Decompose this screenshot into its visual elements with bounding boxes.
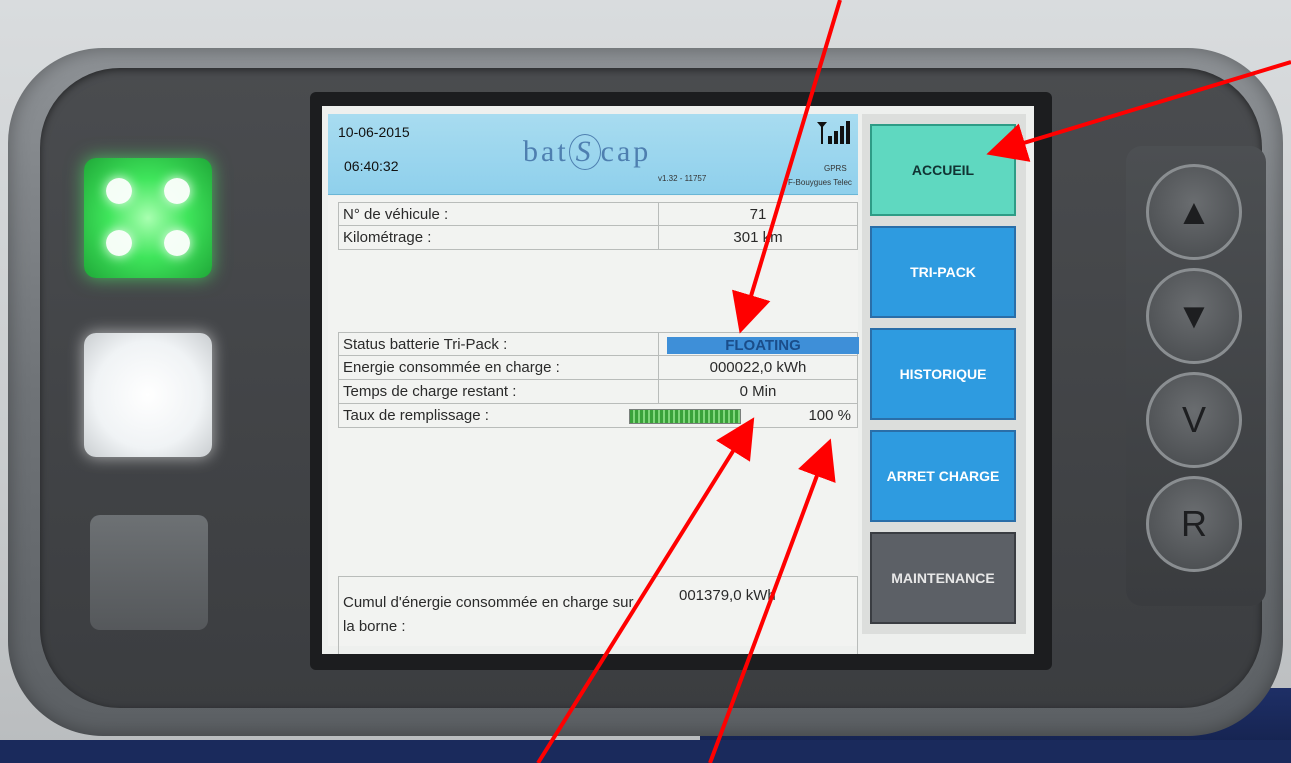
- accueil-button[interactable]: ACCUEIL: [870, 124, 1016, 216]
- side-menu: ACCUEIL TRI-PACK HISTORIQUE ARRET CHARGE…: [862, 114, 1026, 634]
- energy-label: Energie consommée en charge :: [339, 356, 659, 379]
- status-led-white: [84, 333, 212, 457]
- r-key[interactable]: R: [1146, 476, 1242, 572]
- operator-name: F-Bouygues Telec: [788, 178, 852, 187]
- row-status: Status batterie Tri-Pack : FLOATING: [338, 332, 859, 356]
- signal-icon: [816, 120, 850, 152]
- row-cumul: Cumul d'énergie consommée en charge sur …: [338, 576, 858, 654]
- bottom-strip: [0, 740, 1291, 763]
- time-left-label: Temps de charge restant :: [339, 380, 659, 403]
- row-fill: Taux de remplissage : 100 %: [338, 404, 858, 428]
- time-display: 06:40:32: [344, 158, 399, 174]
- v-key[interactable]: V: [1146, 372, 1242, 468]
- up-arrow-icon: ▲: [1176, 191, 1212, 232]
- display-screen: 10-06-2015 06:40:32 bat Scap v1.32 - 1175…: [322, 106, 1034, 654]
- r-key-label: R: [1181, 503, 1207, 544]
- arret-charge-button[interactable]: ARRET CHARGE: [870, 430, 1016, 522]
- row-time-left: Temps de charge restant : 0 Min: [338, 380, 858, 404]
- status-led-green: [84, 158, 212, 278]
- status-led-off: [90, 515, 208, 630]
- status-badge: FLOATING: [667, 337, 859, 354]
- vehicle-label: N° de véhicule :: [339, 203, 659, 225]
- row-vehicle: N° de véhicule : 71: [338, 202, 858, 226]
- info-area: N° de véhicule : 71 Kilométrage : 301 km…: [328, 196, 859, 654]
- batscap-logo: bat Scap: [523, 134, 651, 170]
- v-key-label: V: [1181, 399, 1206, 440]
- row-energy: Energie consommée en charge : 000022,0 k…: [338, 356, 858, 380]
- km-value: 301 km: [733, 229, 783, 246]
- historique-button[interactable]: HISTORIQUE: [870, 328, 1016, 420]
- energy-value: 000022,0 kWh: [709, 359, 807, 376]
- screen-header: 10-06-2015 06:40:32 bat Scap v1.32 - 1175…: [328, 114, 858, 195]
- cumul-label: Cumul d'énergie consommée en charge sur …: [343, 594, 634, 635]
- cumul-value: 001379,0 kWh: [679, 587, 776, 604]
- fill-progress-bar: [629, 409, 741, 424]
- date-display: 10-06-2015: [338, 124, 410, 140]
- down-arrow-icon: ▼: [1176, 295, 1212, 336]
- fill-progress-fill: [630, 410, 740, 423]
- down-key[interactable]: ▼: [1146, 268, 1242, 364]
- time-left-value: 0 Min: [739, 383, 777, 400]
- up-key[interactable]: ▲: [1146, 164, 1242, 260]
- status-label: Status batterie Tri-Pack :: [339, 333, 659, 355]
- logo-text-left: bat: [523, 135, 569, 168]
- network-type: GPRS: [824, 164, 847, 173]
- fill-label: Taux de remplissage :: [343, 407, 489, 424]
- version-text: v1.32 - 11757: [658, 174, 707, 183]
- tripack-button[interactable]: TRI-PACK: [870, 226, 1016, 318]
- km-label: Kilométrage :: [339, 226, 659, 249]
- row-km: Kilométrage : 301 km: [338, 226, 858, 250]
- fill-percent: 100 %: [808, 407, 851, 424]
- logo-text-mid: S: [568, 134, 601, 170]
- maintenance-button[interactable]: MAINTENANCE: [870, 532, 1016, 624]
- vehicle-value: 71: [749, 205, 767, 223]
- logo-text-right: cap: [600, 135, 652, 168]
